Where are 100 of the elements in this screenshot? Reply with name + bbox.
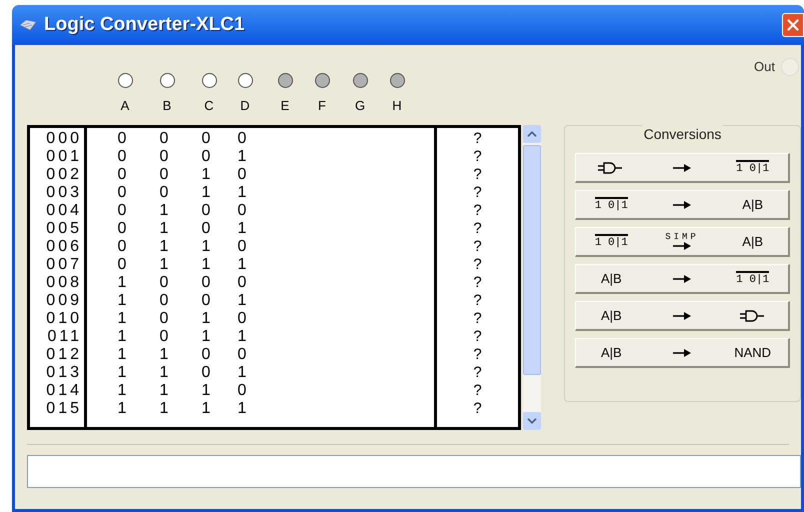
table-cell-text: 0 (236, 130, 248, 148)
table-cell-text: 1 (200, 238, 212, 256)
output-cell-text: ? (472, 274, 483, 292)
table-cell-text: 1 (116, 292, 128, 310)
output-cell-text: ? (472, 130, 483, 148)
window-title: Logic Converter-XLC1 (44, 12, 246, 37)
expression-label: A|B (742, 232, 764, 251)
output-cell-text: ? (472, 148, 483, 166)
scroll-down-button[interactable] (523, 412, 541, 430)
expression-label: A|B (600, 306, 622, 325)
table-cell-text: 0 (158, 328, 170, 346)
input-toggle[interactable] (118, 73, 132, 88)
output-cell-text: ? (472, 364, 483, 382)
arrow-icon (672, 274, 691, 282)
arrow-label: SIMP (665, 233, 699, 242)
arrow-icon (672, 200, 691, 208)
table-cell-text: 0 (116, 166, 128, 184)
output-cell-text: ? (472, 292, 483, 310)
row-index: 001 (45, 148, 83, 166)
arrow-icon (672, 242, 691, 250)
close-button[interactable] (782, 13, 804, 37)
table-cell-text: 0 (200, 148, 212, 166)
table-cell-text: 0 (200, 202, 212, 220)
input-toggle[interactable] (314, 73, 330, 88)
table-cell-text: 0 (236, 382, 248, 400)
table-cell-text: 0 (116, 130, 128, 148)
conversion-button[interactable]: 1 0|1 A|B (575, 190, 790, 220)
table-cell-text: 0 (200, 292, 212, 310)
table-cell-text: 1 (158, 202, 170, 220)
input-toggle[interactable] (352, 73, 368, 88)
conversion-button[interactable]: A|B 1 0|1 (575, 264, 790, 294)
table-cell-text: 1 (116, 346, 128, 364)
output-cell-text: ? (472, 346, 483, 364)
table-cell-text: 1 (236, 184, 248, 202)
table-cell-text: 0 (158, 148, 170, 166)
table-cell-text: 0 (200, 346, 212, 364)
conversion-button[interactable]: A|B (575, 301, 790, 331)
table-cell-text: 1 (158, 400, 170, 418)
table-cell-text: 1 (200, 328, 212, 346)
table-cell-text: 0 (236, 166, 248, 184)
table-cell-text: 0 (116, 202, 128, 220)
table-cell-text: 1 (116, 274, 128, 292)
output-cell-text: ? (472, 382, 483, 400)
table-cell-text: 0 (116, 148, 128, 166)
input-toggle[interactable] (278, 73, 292, 88)
input-toggle[interactable] (238, 73, 252, 88)
table-cell-text: 0 (236, 310, 248, 328)
row-index: 002 (45, 166, 83, 184)
table-cell-text: 1 (200, 382, 212, 400)
row-index: 003 (45, 184, 83, 202)
row-index: 010 (45, 310, 83, 328)
conversion-button[interactable]: 1 0|1 (575, 153, 790, 183)
table-cell-text: 0 (200, 220, 212, 238)
conversion-button[interactable]: 1 0|1 SIMP A|B (575, 227, 790, 257)
table-cell-text: 1 (116, 328, 128, 346)
output-cell-text: ? (472, 220, 483, 238)
scroll-up-button[interactable] (523, 125, 541, 143)
row-index: 012 (45, 346, 83, 364)
table-cell-text: 0 (158, 130, 170, 148)
gate-icon (598, 162, 624, 174)
table-cell-text: 1 (236, 220, 248, 238)
table-cell-text: 1 (200, 310, 212, 328)
input-label: E (280, 97, 290, 115)
table-cell-text: 1 (158, 364, 170, 382)
output-cell-text: ? (472, 202, 483, 220)
expression-field[interactable] (27, 455, 801, 488)
table-cell-text: 1 (236, 148, 248, 166)
expression-label: NAND (734, 344, 772, 362)
table-cell-text: 0 (158, 310, 170, 328)
table-cell-text: 1 (200, 256, 212, 274)
row-index: 011 (46, 328, 83, 346)
input-toggle[interactable] (160, 73, 174, 88)
conversion-button[interactable]: A|B NAND (575, 338, 790, 368)
table-cell-text: 1 (116, 364, 128, 382)
scrollbar[interactable] (523, 125, 541, 430)
output-cell-text: ? (472, 310, 483, 328)
arrow-icon (672, 164, 691, 172)
input-label: G (354, 97, 366, 115)
input-toggle[interactable] (202, 73, 216, 88)
table-cell-text: 1 (158, 238, 170, 256)
output-cell-text: ? (472, 256, 483, 274)
table-cell-text: 1 (158, 220, 170, 238)
gate-icon (740, 310, 766, 322)
output-cell-text: ? (472, 238, 483, 256)
out-label: Out (754, 58, 775, 76)
table-cell-text: 0 (200, 364, 212, 382)
output-cell-text: ? (472, 400, 483, 418)
table-cell-text: 0 (116, 256, 128, 274)
table-cell-text: 1 (158, 382, 170, 400)
table-cell-text: 0 (236, 202, 248, 220)
row-index: 013 (45, 364, 83, 382)
row-index: 004 (45, 202, 83, 220)
table-cell-text: 0 (236, 274, 248, 292)
scroll-thumb[interactable] (523, 145, 541, 375)
app-icon (18, 18, 38, 32)
input-label: A (120, 97, 130, 115)
input-toggle[interactable] (390, 73, 404, 88)
table-cell-text: 0 (158, 166, 170, 184)
table-cell-text: 1 (116, 382, 128, 400)
table-cell-text: 1 (236, 256, 248, 274)
